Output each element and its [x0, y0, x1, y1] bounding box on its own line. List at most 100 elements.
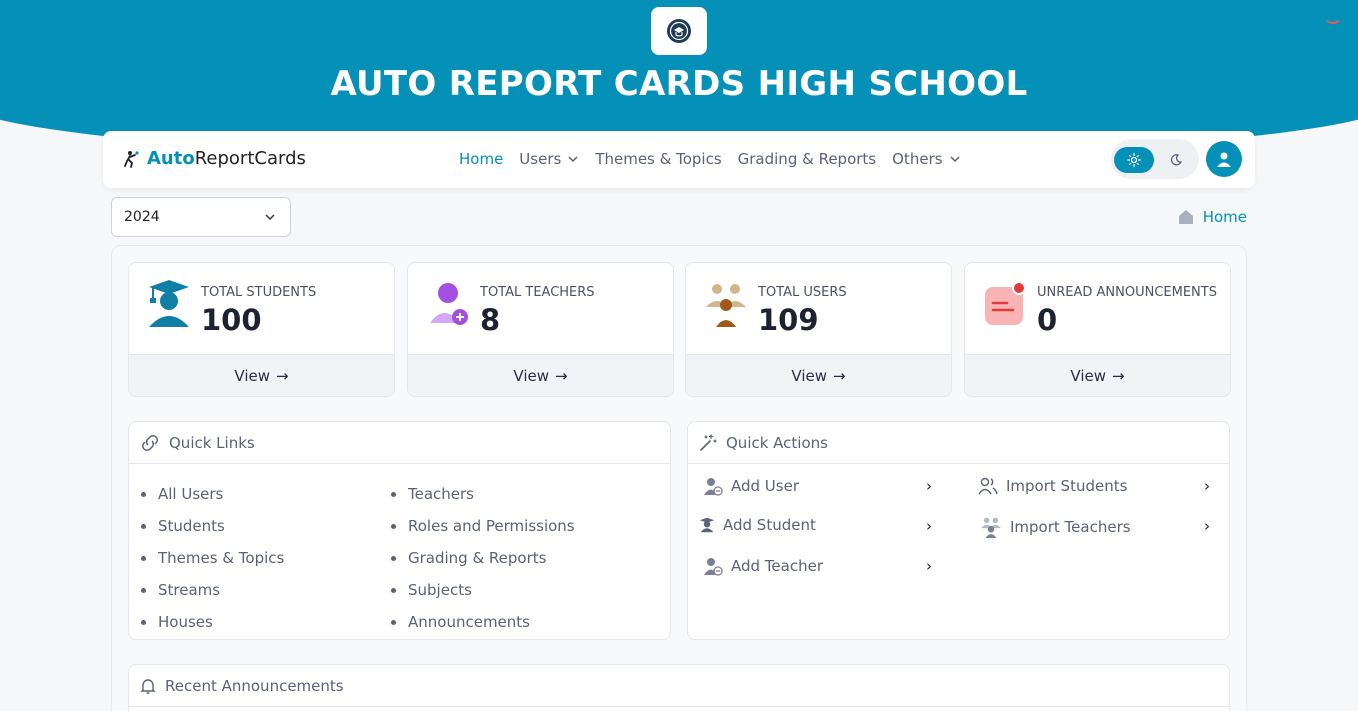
- brand-logo[interactable]: Auto ReportCards: [121, 148, 306, 169]
- link-subjects[interactable]: Subjects: [379, 574, 575, 606]
- view-students-button[interactable]: View →: [129, 354, 394, 396]
- brand-part1: Auto: [147, 148, 195, 169]
- school-title: AUTO REPORT CARDS HIGH SCHOOL: [330, 64, 1028, 104]
- chevron-down-icon: [950, 156, 960, 163]
- link-houses[interactable]: Houses: [129, 606, 284, 638]
- link-roles-permissions[interactable]: Roles and Permissions: [379, 510, 575, 542]
- recent-announcements-title: Recent Announcements: [165, 676, 344, 695]
- year-select[interactable]: 2024: [111, 197, 291, 237]
- view-label: View: [234, 366, 271, 385]
- stat-value: 0: [1037, 303, 1058, 337]
- loading-spinner-icon: [1324, 6, 1342, 24]
- link-all-users[interactable]: All Users: [129, 478, 284, 510]
- quick-links-col1: All Users Students Themes & Topics Strea…: [129, 478, 284, 638]
- nav-others[interactable]: Others: [892, 150, 960, 168]
- nav-home[interactable]: Home: [459, 150, 503, 168]
- nav-grading-label: Grading & Reports: [737, 150, 877, 168]
- arrow-right-icon: →: [276, 366, 289, 385]
- users-group-icon: [706, 284, 746, 327]
- home-icon: [1178, 210, 1193, 224]
- stat-card-teachers: TOTAL TEACHERS 8 View →: [407, 262, 674, 397]
- users-group-icon: [981, 517, 1001, 538]
- import-teachers-action[interactable]: Import Teachers: [980, 516, 1131, 538]
- view-users-button[interactable]: View →: [686, 354, 951, 396]
- recent-announcements-header: Recent Announcements: [129, 665, 1229, 707]
- view-label: View: [1070, 366, 1107, 385]
- import-students-action[interactable]: Import Students: [978, 476, 1127, 496]
- dark-mode-button[interactable]: [1156, 147, 1196, 173]
- recent-announcements-card: Recent Announcements: [128, 664, 1230, 711]
- brand-figure-icon: [124, 150, 139, 168]
- stat-label: TOTAL USERS: [758, 285, 847, 300]
- arrow-right-icon: →: [833, 366, 846, 385]
- stat-card-announcements: UNREAD ANNOUNCEMENTS 0 View →: [964, 262, 1231, 397]
- chevron-right-icon[interactable]: ›: [1204, 477, 1210, 495]
- stat-label: TOTAL STUDENTS: [201, 285, 317, 300]
- student-add-icon: [699, 517, 715, 533]
- view-label: View: [791, 366, 828, 385]
- nav-users[interactable]: Users: [519, 150, 579, 168]
- link-announcements[interactable]: Announcements: [379, 606, 575, 638]
- breadcrumb-label: Home: [1202, 208, 1247, 226]
- import-students-label: Import Students: [1006, 477, 1128, 495]
- moon-icon: [1170, 154, 1183, 166]
- stat-value: 109: [758, 303, 819, 337]
- link-icon: [142, 434, 158, 451]
- add-teacher-action[interactable]: Add Teacher: [703, 556, 823, 576]
- link-teachers[interactable]: Teachers: [379, 478, 575, 510]
- import-teachers-label: Import Teachers: [1010, 518, 1131, 536]
- add-student-action[interactable]: Add Student: [699, 516, 816, 534]
- stat-label: TOTAL TEACHERS: [480, 285, 595, 300]
- link-themes-topics[interactable]: Themes & Topics: [129, 542, 284, 574]
- nav-grading-reports[interactable]: Grading & Reports: [738, 150, 876, 168]
- main-nav: Home Users Themes & Topics Grading & Rep…: [459, 150, 961, 168]
- quick-links-title: Quick Links: [169, 433, 255, 452]
- announcement-icon: [985, 281, 1026, 325]
- view-announcements-button[interactable]: View →: [965, 354, 1230, 396]
- quick-actions-title: Quick Actions: [726, 433, 828, 452]
- stat-card-users: TOTAL USERS 109 View →: [685, 262, 952, 397]
- magic-wand-icon: [700, 433, 717, 451]
- stat-value: 8: [480, 303, 501, 337]
- light-mode-button[interactable]: [1114, 147, 1154, 173]
- user-add-icon: [704, 478, 723, 496]
- chevron-right-icon[interactable]: ›: [926, 557, 932, 575]
- quick-links-header: Quick Links: [129, 422, 670, 464]
- chevron-right-icon[interactable]: ›: [926, 477, 932, 495]
- user-icon: [1217, 152, 1231, 167]
- link-students[interactable]: Students: [129, 510, 284, 542]
- users-import-icon: [978, 477, 998, 495]
- teacher-add-icon: [430, 283, 468, 325]
- chevron-right-icon[interactable]: ›: [926, 517, 932, 535]
- school-crest-icon: [667, 19, 691, 43]
- school-logo: [651, 7, 707, 55]
- quick-actions-header: Quick Actions: [688, 422, 1229, 464]
- add-user-label: Add User: [731, 477, 799, 495]
- bell-icon: [140, 678, 156, 694]
- chevron-right-icon[interactable]: ›: [1204, 517, 1210, 535]
- nav-others-label: Others: [892, 150, 943, 168]
- nav-home-label: Home: [459, 150, 504, 168]
- add-user-action[interactable]: Add User: [703, 476, 799, 496]
- arrow-right-icon: →: [555, 366, 568, 385]
- nav-users-label: Users: [519, 150, 562, 168]
- add-student-label: Add Student: [723, 516, 816, 534]
- user-avatar-button[interactable]: [1206, 141, 1242, 177]
- quick-links-col2: Teachers Roles and Permissions Grading &…: [379, 478, 575, 638]
- view-label: View: [513, 366, 550, 385]
- nav-themes-topics[interactable]: Themes & Topics: [595, 150, 721, 168]
- view-teachers-button[interactable]: View →: [408, 354, 673, 396]
- stat-label: UNREAD ANNOUNCEMENTS: [1037, 285, 1217, 300]
- sun-icon: [1127, 153, 1141, 167]
- stat-value: 100: [201, 303, 262, 337]
- brand-part2: ReportCards: [194, 148, 306, 169]
- nav-themes-label: Themes & Topics: [595, 150, 722, 168]
- chevron-down-icon: [265, 214, 275, 221]
- link-streams[interactable]: Streams: [129, 574, 284, 606]
- breadcrumb[interactable]: Home: [1177, 208, 1247, 226]
- teacher-add-icon: [704, 558, 723, 576]
- link-grading-reports[interactable]: Grading & Reports: [379, 542, 575, 574]
- stat-card-students: TOTAL STUDENTS 100 View →: [128, 262, 395, 397]
- add-teacher-label: Add Teacher: [731, 557, 823, 575]
- theme-toggle: [1111, 139, 1199, 179]
